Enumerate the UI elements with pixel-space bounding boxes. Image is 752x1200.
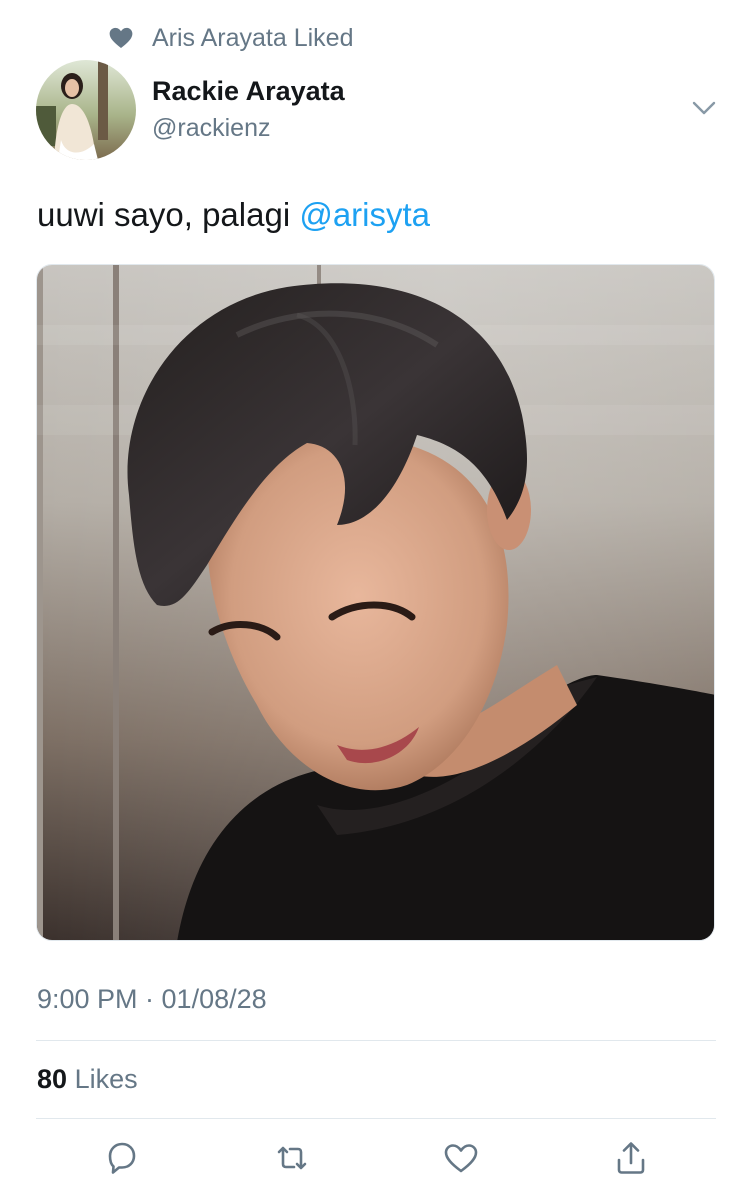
reply-icon <box>108 1142 136 1174</box>
chevron-down-icon[interactable] <box>690 96 718 120</box>
like-button[interactable] <box>441 1138 481 1178</box>
tweet-text: uuwi sayo, palagi @arisyta <box>37 196 430 234</box>
share-icon <box>617 1142 645 1174</box>
divider <box>36 1040 716 1041</box>
social-context: Aris Arayata Liked <box>108 22 354 54</box>
likes-label: Likes <box>74 1064 138 1094</box>
social-context-text: Aris Arayata Liked <box>152 23 354 52</box>
tweet-body: uuwi sayo, palagi <box>37 196 291 233</box>
reply-button[interactable] <box>102 1138 142 1178</box>
photo-image <box>37 265 714 940</box>
likes-stat[interactable]: 80 Likes <box>37 1064 138 1095</box>
heart-outline-icon <box>444 1144 478 1173</box>
likes-count: 80 <box>37 1064 68 1094</box>
tweet-timestamp[interactable]: 9:00 PM · 01/08/28 <box>37 984 267 1015</box>
retweet-button[interactable] <box>272 1138 312 1178</box>
retweet-icon <box>277 1146 307 1170</box>
avatar[interactable] <box>36 60 136 160</box>
heart-icon <box>109 27 133 48</box>
divider <box>36 1118 716 1119</box>
avatar-image <box>36 60 136 160</box>
mention-link[interactable]: @arisyta <box>299 196 430 233</box>
author-name[interactable]: Rackie Arayata <box>152 76 345 107</box>
author-handle[interactable]: @rackienz <box>152 114 270 143</box>
share-button[interactable] <box>611 1138 651 1178</box>
tweet-photo[interactable] <box>36 264 715 941</box>
